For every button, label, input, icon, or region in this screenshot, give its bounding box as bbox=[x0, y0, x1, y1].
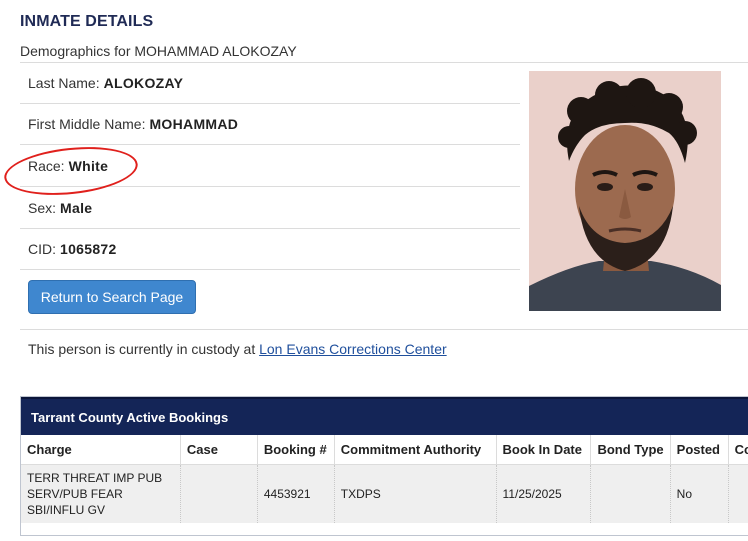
field-label: Last Name: bbox=[28, 75, 100, 91]
bookings-table: Charge Case Booking # Commitment Authori… bbox=[21, 435, 748, 523]
column-header-co[interactable]: Co bbox=[728, 435, 748, 465]
cell-case bbox=[180, 464, 258, 523]
facility-link[interactable]: Lon Evans Corrections Center bbox=[259, 341, 447, 357]
field-label: Sex: bbox=[28, 200, 57, 216]
cell-booking-number: 4453921 bbox=[257, 464, 335, 523]
return-to-search-button[interactable]: Return to Search Page bbox=[28, 280, 196, 314]
mugshot-image bbox=[529, 71, 721, 311]
field-label: First Middle Name: bbox=[28, 116, 146, 132]
field-value: 1065872 bbox=[60, 241, 117, 257]
field-value: MOHAMMAD bbox=[149, 116, 239, 132]
field-cid: CID: 1065872 bbox=[20, 229, 520, 270]
divider bbox=[20, 329, 748, 330]
field-last-name: Last Name: ALOKOZAY bbox=[20, 63, 520, 104]
cell-bond-type bbox=[590, 464, 671, 523]
custody-text: This person is currently in custody at bbox=[28, 341, 260, 357]
column-header-booking-number[interactable]: Booking # bbox=[257, 435, 335, 465]
bookings-panel-title: Tarrant County Active Bookings bbox=[21, 397, 748, 435]
table-row: TERR THREAT IMP PUB SERV/PUB FEAR SBI/IN… bbox=[21, 464, 748, 523]
field-sex: Sex: Male bbox=[20, 188, 520, 229]
field-first-middle-name: First Middle Name: MOHAMMAD bbox=[20, 104, 520, 145]
field-label: CID: bbox=[28, 241, 56, 257]
field-value: Male bbox=[60, 200, 93, 216]
column-header-posted[interactable]: Posted bbox=[670, 435, 729, 465]
cell-book-in-date: 11/25/2025 bbox=[496, 464, 592, 523]
table-header-row: Charge Case Booking # Commitment Authori… bbox=[21, 435, 748, 465]
page-subtitle: Demographics for MOHAMMAD ALOKOZAY bbox=[20, 43, 297, 59]
cell-charge: TERR THREAT IMP PUB SERV/PUB FEAR SBI/IN… bbox=[21, 464, 181, 523]
page-title: INMATE DETAILS bbox=[20, 13, 154, 30]
cell-posted: No bbox=[670, 464, 729, 523]
column-header-charge[interactable]: Charge bbox=[21, 435, 181, 465]
mugshot-photo bbox=[529, 71, 721, 311]
column-header-bond-type[interactable]: Bond Type bbox=[590, 435, 671, 465]
cell-commitment-authority: TXDPS bbox=[334, 464, 497, 523]
field-value: ALOKOZAY bbox=[103, 75, 184, 91]
custody-statement: This person is currently in custody at L… bbox=[28, 341, 447, 357]
bookings-panel: Tarrant County Active Bookings Charge Ca… bbox=[20, 396, 748, 536]
column-header-book-in-date[interactable]: Book In Date bbox=[496, 435, 592, 465]
cell-co bbox=[728, 464, 748, 523]
column-header-commitment-authority[interactable]: Commitment Authority bbox=[334, 435, 497, 465]
column-header-case[interactable]: Case bbox=[180, 435, 258, 465]
